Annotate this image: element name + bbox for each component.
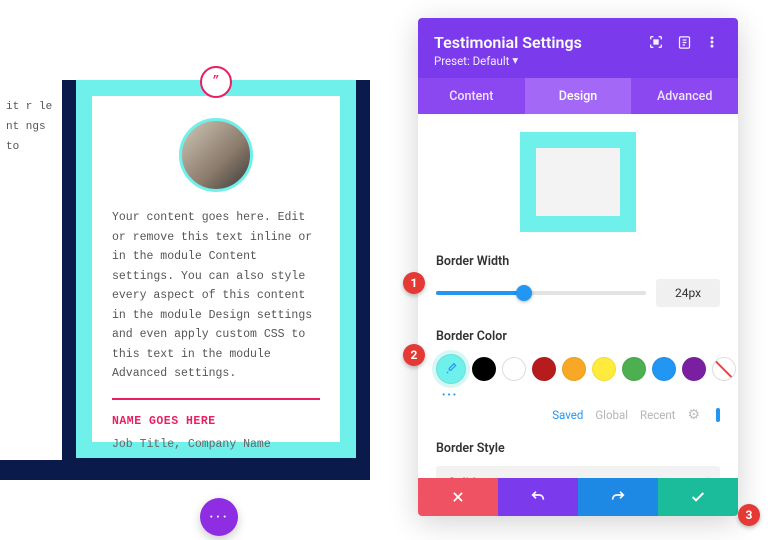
preset-dropdown[interactable]: Preset: Default▾ xyxy=(434,54,722,68)
tab-advanced[interactable]: Advanced xyxy=(631,78,738,114)
more-actions-fab[interactable]: ··· xyxy=(200,498,238,536)
swatch-purple[interactable] xyxy=(682,357,706,381)
palette-settings-icon[interactable]: ⚙ xyxy=(687,407,700,423)
callout-2: 2 xyxy=(403,344,425,366)
preset-label: Preset: Default xyxy=(434,54,509,68)
swatch-none[interactable] xyxy=(712,357,736,381)
border-width-value[interactable]: 24px xyxy=(656,279,720,307)
slider-fill xyxy=(436,291,524,295)
canvas-preview: it r le nt ngs to ” Your content goes he… xyxy=(0,80,370,480)
swatch-yellow[interactable] xyxy=(592,357,616,381)
swatch-green[interactable] xyxy=(622,357,646,381)
expand-icon[interactable] xyxy=(646,32,666,52)
testimonial-card[interactable]: ” Your content goes here. Edit or remove… xyxy=(76,80,356,458)
panel-footer xyxy=(418,478,738,516)
cancel-button[interactable] xyxy=(418,478,498,516)
border-color-label: Border Color xyxy=(436,329,720,344)
swatch-orange[interactable] xyxy=(562,357,586,381)
save-button[interactable] xyxy=(658,478,738,516)
settings-panel: Testimonial Settings Preset: Default▾ Co… xyxy=(418,18,738,516)
swatch-blue[interactable] xyxy=(652,357,676,381)
testimonial-partial: it r le nt ngs to xyxy=(0,80,62,460)
tab-design[interactable]: Design xyxy=(525,78,632,114)
panel-header: Testimonial Settings Preset: Default▾ xyxy=(418,18,738,78)
testimonial-job[interactable]: Job Title, Company Name xyxy=(112,435,320,455)
quote-icon: ” xyxy=(200,66,232,98)
palette-tab-global[interactable]: Global xyxy=(595,408,628,422)
border-style-label: Border Style xyxy=(436,441,720,456)
select-updown-icon: ▴▾ xyxy=(705,477,710,478)
avatar xyxy=(179,118,253,192)
slider-thumb[interactable] xyxy=(516,285,532,301)
tab-content[interactable]: Content xyxy=(418,78,525,114)
callout-1: 1 xyxy=(403,272,425,294)
border-width-label: Border Width xyxy=(436,254,720,269)
undo-button[interactable] xyxy=(498,478,578,516)
docs-icon[interactable] xyxy=(674,32,694,52)
swatch-more-icon[interactable]: ••• xyxy=(442,390,720,401)
border-preview[interactable] xyxy=(520,132,636,232)
swatch-eyedropper[interactable] xyxy=(436,354,466,384)
palette-tab-saved[interactable]: Saved xyxy=(552,408,583,422)
redo-button[interactable] xyxy=(578,478,658,516)
chevron-down-icon: ▾ xyxy=(512,53,518,67)
panel-title: Testimonial Settings xyxy=(434,33,638,52)
more-icon[interactable] xyxy=(702,32,722,52)
border-width-slider[interactable] xyxy=(436,291,646,295)
color-swatches xyxy=(436,354,720,384)
testimonial-name[interactable]: NAME GOES HERE xyxy=(112,398,320,432)
testimonial-body[interactable]: Your content goes here. Edit or remove t… xyxy=(112,208,320,384)
border-style-select[interactable]: Solid ▴▾ xyxy=(436,466,720,478)
callout-3: 3 xyxy=(738,504,760,526)
swatch-black[interactable] xyxy=(472,357,496,381)
swatch-white[interactable] xyxy=(502,357,526,381)
scroll-indicator xyxy=(716,408,720,422)
border-style-value: Solid xyxy=(448,476,476,479)
palette-tabs: Saved Global Recent ⚙ xyxy=(436,407,720,423)
palette-tab-recent[interactable]: Recent xyxy=(640,408,675,422)
swatch-crimson[interactable] xyxy=(532,357,556,381)
panel-tabs: Content Design Advanced xyxy=(418,78,738,114)
panel-body: Border Width 24px Border Color ••• xyxy=(418,114,738,478)
